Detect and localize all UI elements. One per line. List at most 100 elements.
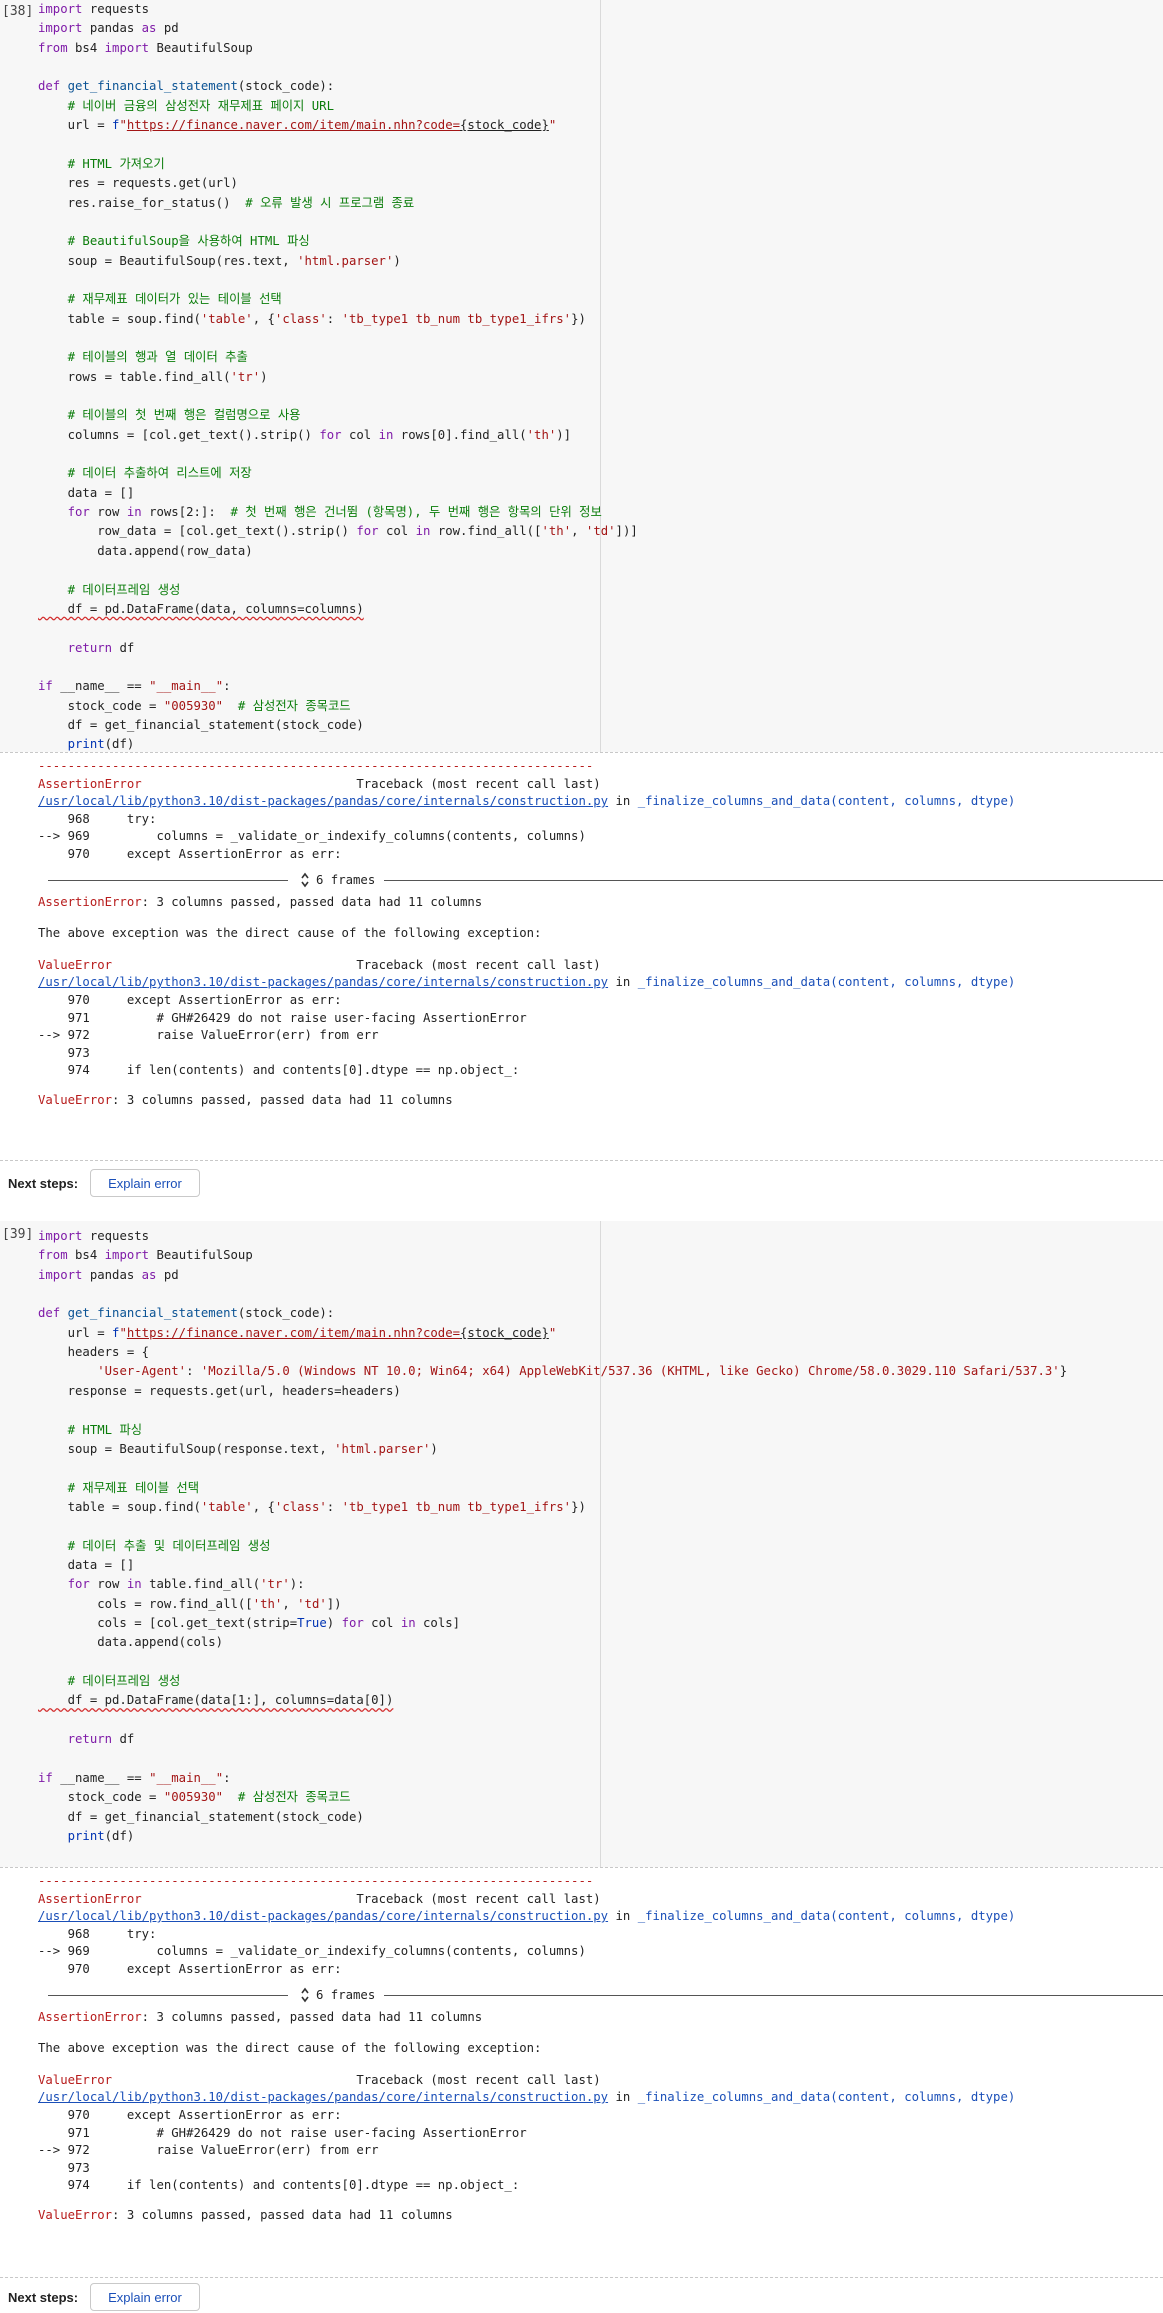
- frames-divider: [384, 879, 1163, 881]
- line-length-ruler: [600, 1221, 601, 1867]
- code-line: cols = [col.get_text(strip=True) for col…: [38, 1616, 461, 1630]
- code-line: soup = BeautifulSoup(response.text, 'htm…: [38, 1441, 438, 1456]
- cell-separator: [0, 1867, 1163, 1868]
- code-line: if __name__ == "__main__":: [38, 1770, 231, 1785]
- code-line: data = []: [38, 485, 135, 500]
- expand-frames-icon: [301, 872, 309, 888]
- traceback-code-line: 968 try:: [38, 811, 157, 826]
- code-line: 'User-Agent': 'Mozilla/5.0 (Windows NT 1…: [97, 1364, 1068, 1379]
- code-line: # 재무제표 데이터가 있는 테이블 선택: [67, 292, 282, 307]
- code-line: from bs4 import BeautifulSoup: [38, 1248, 253, 1263]
- code-line: # 데이터프레임 생성: [67, 582, 181, 597]
- code-line: return df: [67, 1732, 135, 1747]
- execution-count: [39]: [2, 1227, 34, 1242]
- code-line: # HTML 가져오기: [67, 156, 165, 171]
- code-line: import pandas as pd: [38, 1267, 179, 1282]
- traceback-code-line: --> 969 columns = _validate_or_indexify_…: [38, 829, 586, 844]
- collapsed-frames-toggle[interactable]: 6 frames: [300, 1986, 375, 2005]
- file-link: /usr/local/lib/python3.10/dist-packages/…: [38, 794, 609, 809]
- traceback-code-line: --> 972 raise ValueError(err) from err: [38, 2143, 379, 2158]
- traceback-file-line: /usr/local/lib/python3.10/dist-packages/…: [38, 2090, 1016, 2105]
- traceback-code-line: 974 if len(contents) and contents[0].dty…: [38, 1063, 520, 1078]
- code-line: cols = row.find_all(['th', 'td']): [38, 1596, 342, 1611]
- next-steps-label: Next steps:: [8, 2290, 79, 2305]
- line-length-ruler: [600, 0, 601, 752]
- traceback-file-line: /usr/local/lib/python3.10/dist-packages/…: [38, 794, 1016, 809]
- code-line: import pandas as pd: [38, 21, 179, 36]
- code-line: data = []: [38, 1557, 135, 1572]
- traceback-code-line: 971 # GH#26429 do not raise user-facing …: [38, 2125, 527, 2140]
- traceback-code-line: 971 # GH#26429 do not raise user-facing …: [38, 1010, 527, 1025]
- cell-separator: [0, 2277, 1163, 2278]
- code-line: rows = table.find_all('tr'): [38, 369, 268, 384]
- code-line: # 재무제표 테이블 선택: [67, 1480, 200, 1495]
- cause-text: The above exception was the direct cause…: [38, 2041, 542, 2056]
- code-line: headers = {: [38, 1345, 150, 1360]
- code-line: # 데이터프레임 생성: [67, 1674, 181, 1689]
- code-line: if __name__ == "__main__":: [38, 679, 231, 694]
- traceback-code-line: --> 972 raise ValueError(err) from err: [38, 1028, 379, 1043]
- code-line: res.raise_for_status() # 오류 발생 시 프로그램 종료: [38, 195, 415, 210]
- traceback-code-line: 968 try:: [38, 1926, 157, 1941]
- assertion-message: AssertionError: 3 columns passed, passed…: [38, 894, 483, 909]
- code-line: stock_code = "005930" # 삼성전자 종목코드: [38, 698, 351, 713]
- code-line: columns = [col.get_text().strip() for co…: [38, 427, 572, 442]
- traceback-code-line: --> 969 columns = _validate_or_indexify_…: [38, 1944, 586, 1959]
- collapsed-frames-toggle[interactable]: 6 frames: [300, 871, 375, 890]
- code-line: df = pd.DataFrame(data, columns=columns): [38, 601, 364, 616]
- cell-separator: [0, 752, 1163, 753]
- code-line: import requests: [38, 2, 150, 16]
- code-line: # 테이블의 행과 열 데이터 추출: [67, 350, 248, 365]
- code-line: # 네이버 금융의 삼성전자 재무제표 페이지 URL: [67, 98, 334, 113]
- code-line: import requests: [38, 1229, 150, 1243]
- explain-error-button[interactable]: Explain error: [90, 2283, 200, 2311]
- code-line: # 데이터 추출 및 데이터프레임 생성: [67, 1538, 271, 1553]
- code-line: stock_code = "005930" # 삼성전자 종목코드: [38, 1790, 351, 1805]
- traceback-header: ValueError Traceback (most recent call l…: [38, 2072, 601, 2087]
- traceback-header: AssertionError Traceback (most recent ca…: [38, 1891, 601, 1906]
- traceback-code-line: 973: [38, 2160, 90, 2175]
- assertion-message: AssertionError: 3 columns passed, passed…: [38, 2009, 483, 2024]
- file-link: /usr/local/lib/python3.10/dist-packages/…: [38, 2090, 609, 2105]
- cause-text: The above exception was the direct cause…: [38, 926, 542, 941]
- code-line: from bs4 import BeautifulSoup: [38, 40, 253, 55]
- traceback-code-line: 970 except AssertionError as err:: [38, 993, 342, 1007]
- code-line: # HTML 파싱: [67, 1422, 143, 1437]
- separator-dashes: ----------------------------------------…: [38, 1874, 594, 1888]
- code-line: df = get_financial_statement(stock_code): [38, 717, 364, 732]
- traceback-code-line: 970 except AssertionError as err:: [38, 2108, 342, 2122]
- value-error-message: ValueError: 3 columns passed, passed dat…: [38, 2208, 453, 2222]
- code-line: print(df): [67, 1828, 135, 1843]
- traceback-header: ValueError Traceback (most recent call l…: [38, 957, 601, 972]
- code-line: # BeautifulSoup을 사용하여 HTML 파싱: [67, 234, 310, 249]
- traceback-code-line: 970 except AssertionError as err:: [38, 847, 342, 861]
- code-line: return df: [67, 640, 135, 655]
- traceback-file-line: /usr/local/lib/python3.10/dist-packages/…: [38, 975, 1016, 990]
- code-line: for row in rows[2:]: # 첫 번째 행은 건너뜀 (항목명)…: [67, 505, 602, 520]
- traceback-file-line: /usr/local/lib/python3.10/dist-packages/…: [38, 1909, 1016, 1924]
- code-line: data.append(row_data): [38, 543, 253, 558]
- traceback-code-line: 974 if len(contents) and contents[0].dty…: [38, 2178, 520, 2193]
- code-line: def get_financial_statement(stock_code):: [38, 79, 335, 94]
- code-line: df = pd.DataFrame(data[1:], columns=data…: [38, 1693, 394, 1708]
- code-line: response = requests.get(url, headers=hea…: [38, 1383, 401, 1398]
- traceback-code-line: 973: [38, 1045, 90, 1060]
- code-line: url = f"https://finance.naver.com/item/m…: [38, 118, 557, 133]
- traceback-header: AssertionError Traceback (most recent ca…: [38, 776, 601, 791]
- file-link: /usr/local/lib/python3.10/dist-packages/…: [38, 1909, 609, 1924]
- code-line: data.append(cols): [38, 1635, 224, 1650]
- code-line: row_data = [col.get_text().strip() for c…: [38, 524, 638, 539]
- explain-error-button[interactable]: Explain error: [90, 1169, 200, 1197]
- code-line: res = requests.get(url): [38, 176, 238, 191]
- code-line: # 테이블의 첫 번째 행은 컬럼명으로 사용: [67, 408, 301, 423]
- code-line: url = f"https://finance.naver.com/item/m…: [38, 1325, 557, 1340]
- value-error-message: ValueError: 3 columns passed, passed dat…: [38, 1093, 453, 1107]
- file-link: /usr/local/lib/python3.10/dist-packages/…: [38, 975, 609, 990]
- cell-separator: [0, 1160, 1163, 1161]
- separator-dashes: ----------------------------------------…: [38, 759, 594, 773]
- code-line: for row in table.find_all('tr'):: [67, 1577, 305, 1592]
- code-line: # 데이터 추출하여 리스트에 저장: [67, 466, 252, 481]
- frames-divider: [48, 1994, 288, 1996]
- code-line: df = get_financial_statement(stock_code): [38, 1809, 364, 1824]
- code-line: table = soup.find('table', {'class': 'tb…: [38, 1499, 586, 1514]
